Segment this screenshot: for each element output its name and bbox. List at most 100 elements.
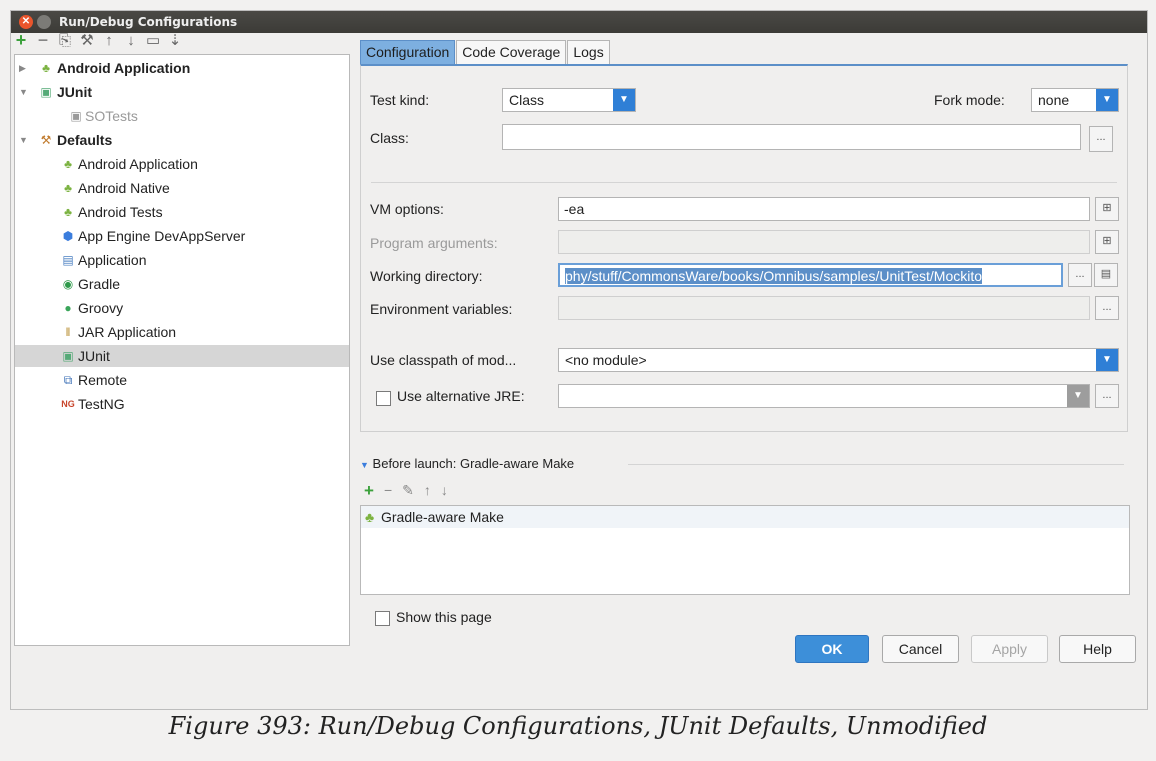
chevron-down-icon[interactable]: ▼ bbox=[1067, 385, 1089, 407]
tree-item-default-gradle[interactable]: ◉ Gradle bbox=[15, 273, 349, 295]
tree-item-default-app-engine[interactable]: ⬢ App Engine DevAppServer bbox=[15, 225, 349, 247]
tree-item-label: JAR Application bbox=[78, 324, 177, 340]
configuration-tree[interactable]: ▶ ♣ Android Application ▼ ▣ JUnit ▣ SOTe… bbox=[14, 54, 350, 646]
tree-item-label: Defaults bbox=[57, 132, 113, 148]
show-page-label: Show this page bbox=[396, 609, 492, 625]
tree-item-label: TestNG bbox=[78, 396, 125, 412]
tree-item-default-junit[interactable]: ▣ JUnit bbox=[15, 345, 349, 367]
fork-mode-select[interactable]: none ▼ bbox=[1031, 88, 1119, 112]
collapse-arrow-icon[interactable]: ▼ bbox=[360, 460, 369, 470]
tree-item-label: JUnit bbox=[57, 84, 92, 100]
help-button[interactable]: Help bbox=[1059, 635, 1136, 663]
testng-icon: NG bbox=[61, 399, 75, 409]
edit-icon[interactable]: ✎ bbox=[402, 482, 414, 499]
tree-item-default-testng[interactable]: NG TestNG bbox=[15, 393, 349, 415]
move-down-icon[interactable]: ↓ bbox=[124, 32, 138, 49]
ok-button[interactable]: OK bbox=[795, 635, 869, 663]
remote-icon: ⧉ bbox=[63, 373, 73, 387]
tree-item-default-groovy[interactable]: ● Groovy bbox=[15, 297, 349, 319]
tree-item-label: SOTests bbox=[85, 108, 138, 124]
gradle-icon: ◉ bbox=[62, 277, 74, 291]
tab-logs[interactable]: Logs bbox=[567, 40, 610, 64]
junit-icon: ▣ bbox=[70, 109, 82, 123]
android-icon: ♣ bbox=[42, 61, 50, 75]
remove-icon[interactable]: − bbox=[384, 482, 392, 499]
tree-item-label: App Engine DevAppServer bbox=[78, 228, 246, 244]
before-launch-toolbar: + − ✎ ↑ ↓ bbox=[364, 482, 448, 499]
before-launch-header[interactable]: ▼ Before launch: Gradle-aware Make bbox=[360, 456, 1124, 471]
tree-item-default-remote[interactable]: ⧉ Remote bbox=[15, 369, 349, 391]
close-icon[interactable]: ✕ bbox=[19, 15, 33, 29]
tree-item-label: Gradle bbox=[78, 276, 121, 292]
alt-jre-browse-button[interactable]: ... bbox=[1095, 384, 1119, 408]
collapse-arrow-icon[interactable]: ▼ bbox=[19, 81, 29, 103]
tree-item-default-android-application[interactable]: ♣ Android Application bbox=[15, 153, 349, 175]
move-up-icon[interactable]: ↑ bbox=[102, 32, 116, 49]
chevron-down-icon[interactable]: ▼ bbox=[1096, 349, 1118, 371]
tree-item-default-android-native[interactable]: ♣ Android Native bbox=[15, 177, 349, 199]
chevron-down-icon[interactable]: ▼ bbox=[1096, 89, 1118, 111]
cancel-button[interactable]: Cancel bbox=[882, 635, 959, 663]
tree-item-label: Remote bbox=[78, 372, 128, 388]
before-launch-title: Before launch: Gradle-aware Make bbox=[372, 456, 575, 471]
before-launch-list[interactable]: ♣ Gradle-aware Make bbox=[360, 505, 1130, 595]
test-kind-select[interactable]: Class ▼ bbox=[502, 88, 636, 112]
remove-icon[interactable]: − bbox=[36, 30, 50, 51]
tree-item-label: Android Application bbox=[57, 60, 191, 76]
tree-item-junit[interactable]: ▼ ▣ JUnit bbox=[15, 81, 349, 103]
tab-code-coverage[interactable]: Code Coverage bbox=[456, 40, 567, 64]
chevron-down-icon[interactable]: ▼ bbox=[613, 89, 635, 111]
show-page-checkbox[interactable] bbox=[375, 611, 390, 626]
add-icon[interactable]: + bbox=[364, 482, 374, 499]
working-directory-field[interactable]: phy/stuff/CommonsWare/books/Omnibus/samp… bbox=[558, 263, 1063, 287]
apply-button[interactable]: Apply bbox=[971, 635, 1048, 663]
collapse-arrow-icon[interactable]: ▼ bbox=[19, 129, 29, 151]
expand-arrow-icon[interactable]: ▶ bbox=[19, 57, 29, 79]
tree-item-label: Android Application bbox=[78, 156, 198, 172]
vm-options-field[interactable]: -ea bbox=[558, 197, 1090, 221]
tree-item-default-android-tests[interactable]: ♣ Android Tests bbox=[15, 201, 349, 223]
alt-jre-checkbox[interactable] bbox=[376, 391, 391, 406]
tree-item-defaults[interactable]: ▼ ⚒ Defaults bbox=[15, 129, 349, 151]
junit-icon: ▣ bbox=[62, 349, 74, 363]
tree-item-default-application[interactable]: ▤ Application bbox=[15, 249, 349, 271]
app-engine-icon: ⬢ bbox=[62, 229, 74, 243]
tree-item-label: Android Tests bbox=[78, 204, 163, 220]
wrench-icon: ⚒ bbox=[40, 133, 52, 147]
alt-jre-select[interactable]: ▼ bbox=[558, 384, 1090, 408]
fork-mode-label: Fork mode: bbox=[934, 92, 1005, 108]
folder-icon[interactable]: ▭ bbox=[146, 31, 160, 49]
expand-field-icon[interactable]: ⊞ bbox=[1095, 197, 1119, 221]
copy-icon[interactable]: ⎘ bbox=[58, 32, 72, 49]
classpath-value: <no module> bbox=[565, 352, 647, 368]
expand-field-icon[interactable]: ⊞ bbox=[1095, 230, 1119, 254]
wrench-icon[interactable]: ⚒ bbox=[80, 31, 94, 49]
fork-mode-value: none bbox=[1038, 92, 1070, 108]
environment-browse-button[interactable]: ... bbox=[1095, 296, 1119, 320]
android-icon: ♣ bbox=[64, 181, 72, 195]
working-directory-browse-button[interactable]: ... bbox=[1068, 263, 1092, 287]
tree-item-label: Application bbox=[78, 252, 147, 268]
list-item[interactable]: ♣ Gradle-aware Make bbox=[361, 506, 1129, 528]
groovy-icon: ● bbox=[64, 301, 72, 315]
class-browse-button[interactable]: ... bbox=[1089, 126, 1113, 152]
tree-item-default-jar-application[interactable]: ‖ JAR Application bbox=[15, 321, 349, 343]
tree-item-android-application[interactable]: ▶ ♣ Android Application bbox=[15, 57, 349, 79]
tab-configuration[interactable]: Configuration bbox=[360, 40, 456, 64]
sort-icon[interactable]: ⇣ bbox=[168, 31, 182, 49]
tree-item-sotests[interactable]: ▣ SOTests bbox=[15, 105, 349, 127]
android-icon: ♣ bbox=[365, 509, 375, 525]
separator bbox=[628, 464, 1124, 465]
test-kind-label: Test kind: bbox=[370, 92, 430, 108]
move-down-icon[interactable]: ↓ bbox=[441, 482, 448, 499]
add-icon[interactable]: + bbox=[14, 30, 28, 51]
move-up-icon[interactable]: ↑ bbox=[424, 482, 431, 499]
program-arguments-field[interactable] bbox=[558, 230, 1090, 254]
environment-variables-field[interactable] bbox=[558, 296, 1090, 320]
classpath-label: Use classpath of mod... bbox=[370, 352, 517, 368]
macro-icon[interactable]: ▤ bbox=[1094, 263, 1118, 287]
minimize-icon[interactable] bbox=[37, 15, 51, 29]
classpath-module-select[interactable]: <no module> ▼ bbox=[558, 348, 1119, 372]
separator bbox=[371, 182, 1117, 183]
class-field[interactable] bbox=[502, 124, 1081, 150]
